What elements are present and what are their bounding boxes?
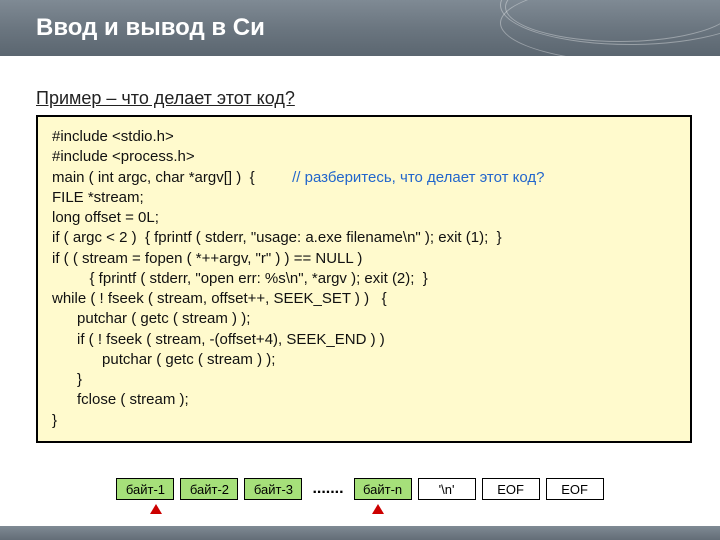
code-line: { fprintf ( stderr, "open err: %s\n", *a… [52, 269, 676, 289]
code-block: #include <stdio.h> #include <process.h> … [36, 115, 692, 443]
code-line: } [52, 370, 676, 390]
code-line: while ( ! fseek ( stream, offset++, SEEK… [52, 289, 676, 309]
byte-ellipsis: ....... [308, 480, 347, 498]
byte-cell: байт-2 [180, 478, 238, 500]
code-line: } [52, 411, 676, 431]
code-line: fclose ( stream ); [52, 390, 676, 410]
byte-eof: EOF [546, 478, 604, 500]
byte-eof: EOF [482, 478, 540, 500]
example-subtitle: Пример – что делает этот код? [36, 88, 692, 109]
header-decoration [500, 0, 720, 64]
code-line: if ( ! fseek ( stream, -(offset+4), SEEK… [52, 330, 676, 350]
slide-content: Пример – что делает этот код? #include <… [36, 88, 692, 443]
byte-cell: байт-n [354, 478, 412, 500]
code-line: if ( ( stream = fopen ( *++argv, "r" ) )… [52, 249, 676, 269]
code-line: main ( int argc, char *argv[] ) { // раз… [52, 168, 676, 188]
byte-cell: байт-1 [116, 478, 174, 500]
code-line: putchar ( getc ( stream ) ); [52, 350, 676, 370]
code-line: #include <stdio.h> [52, 127, 676, 147]
code-comment: // разберитесь, что делает этот код? [292, 169, 544, 186]
code-line: long offset = 0L; [52, 208, 676, 228]
pointer-arrow-icon [372, 504, 384, 514]
slide-footer [0, 526, 720, 540]
byte-cell: байт-3 [244, 478, 302, 500]
code-line: #include <process.h> [52, 147, 676, 167]
pointer-arrow-icon [150, 504, 162, 514]
code-line: FILE *stream; [52, 188, 676, 208]
code-line: putchar ( getc ( stream ) ); [52, 309, 676, 329]
byte-row: байт-1 байт-2 байт-3 ....... байт-n '\n'… [0, 478, 720, 500]
byte-newline: '\n' [418, 478, 476, 500]
code-text: main ( int argc, char *argv[] ) { [52, 169, 292, 186]
slide-header: Ввод и вывод в Си [0, 0, 720, 56]
code-line: if ( argc < 2 ) { fprintf ( stderr, "usa… [52, 228, 676, 248]
slide-title: Ввод и вывод в Си [36, 14, 265, 42]
